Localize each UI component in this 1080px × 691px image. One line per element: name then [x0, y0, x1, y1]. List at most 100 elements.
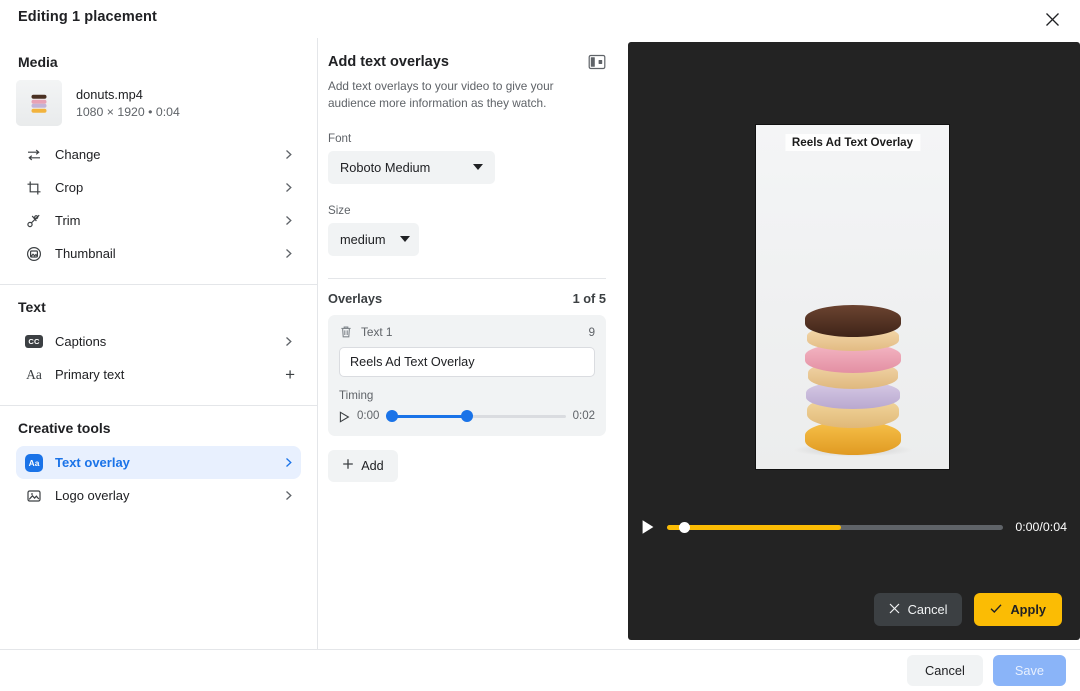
video-preview-panel: Reels Ad Text Overlay 0:00/0:04 Cancel A…: [628, 42, 1080, 640]
check-icon: [990, 602, 1002, 617]
sidebar-item-trim[interactable]: Trim: [16, 204, 301, 237]
size-field: Size medium: [328, 204, 606, 256]
sidebar-item-label: Trim: [55, 213, 81, 228]
close-icon: [889, 602, 900, 617]
media-thumbnail: [16, 80, 62, 126]
sidebar-item-label: Primary text: [55, 367, 125, 382]
media-heading: Media: [18, 54, 58, 70]
sidebar-item-label: Text overlay: [55, 455, 130, 470]
range-fill: [388, 414, 467, 418]
page-title: Editing 1 placement: [18, 9, 157, 25]
swap-icon: [24, 145, 44, 165]
chevron-right-icon: [282, 181, 295, 194]
font-label: Font: [328, 131, 352, 145]
timing-start: 0:00: [357, 409, 380, 422]
scrubber-fill: [667, 525, 841, 530]
add-overlay-button[interactable]: Add: [328, 449, 398, 482]
panel-divider: [328, 277, 606, 279]
chevron-right-icon: [282, 247, 295, 260]
chevron-right-icon: [282, 214, 295, 227]
panel-layout-icon[interactable]: [588, 54, 606, 70]
cancel-overlay-button[interactable]: Cancel: [873, 593, 963, 626]
video-scrubber[interactable]: [667, 522, 1004, 533]
text-heading: Text: [18, 299, 46, 315]
scrubber-handle[interactable]: [679, 522, 690, 533]
plus-icon[interactable]: +: [285, 366, 295, 383]
range-handle-start[interactable]: [386, 409, 399, 422]
play-icon[interactable]: [339, 410, 350, 423]
sidebar-item-change[interactable]: Change: [16, 138, 301, 171]
dialog-footer: Cancel Save: [318, 650, 1080, 691]
overlays-title: Overlays: [328, 290, 383, 306]
font-select-value: Roboto Medium: [340, 159, 431, 175]
preview-actions: Cancel Apply: [873, 593, 1062, 626]
footer-save-button[interactable]: Save: [992, 655, 1066, 686]
overlay-text-input[interactable]: [339, 346, 595, 377]
chevron-right-icon: [282, 456, 295, 469]
panel-title: Add text overlays: [328, 54, 449, 70]
sidebar-item-label: Thumbnail: [55, 246, 116, 261]
sidebar-item-label: Captions: [55, 334, 107, 349]
sidebar: Media donuts.mp4 1080 × 1920 • 0:04 Chan…: [0, 38, 318, 650]
video-frame[interactable]: Reels Ad Text Overlay: [755, 124, 950, 470]
apply-overlay-label: Apply: [1010, 602, 1046, 617]
media-file-name: donuts.mp4: [76, 86, 143, 102]
sidebar-item-logo-overlay[interactable]: Logo overlay: [16, 479, 301, 512]
chevron-right-icon: [282, 489, 295, 502]
overlay-char-count: 9: [588, 324, 595, 339]
plus-icon: [342, 458, 354, 473]
panel-description: Add text overlays to your video to give …: [328, 79, 554, 110]
close-icon[interactable]: [1038, 5, 1066, 33]
sidebar-item-label: Logo overlay: [55, 488, 130, 503]
sidebar-media-section: Media donuts.mp4 1080 × 1920 • 0:04 Chan…: [0, 38, 317, 270]
sidebar-text-section: Text CC Captions Aa Primary text +: [0, 299, 317, 391]
chevron-down-icon: [473, 164, 483, 170]
trash-icon[interactable]: [339, 325, 353, 339]
overlay-item-card: Text 1 9 Timing 0:00 0:02: [328, 314, 606, 436]
timing-row: 0:00 0:02: [339, 409, 595, 423]
donut-stack-image: [792, 305, 913, 459]
chevron-right-icon: [282, 148, 295, 161]
text-overlay-icon: Aa: [24, 453, 44, 473]
aa-icon: Aa: [26, 366, 42, 382]
cancel-overlay-label: Cancel: [907, 602, 948, 617]
creative-tools-heading: Creative tools: [18, 420, 111, 436]
overlay-item-name: Text 1: [361, 324, 393, 339]
preview-overlay-text: Reels Ad Text Overlay: [784, 134, 921, 151]
sidebar-item-crop[interactable]: Crop: [16, 171, 301, 204]
font-select[interactable]: Roboto Medium: [328, 150, 495, 184]
sidebar-item-primary-text[interactable]: Aa Primary text +: [16, 358, 301, 391]
apply-overlay-button[interactable]: Apply: [974, 593, 1062, 626]
sidebar-item-text-overlay[interactable]: Aa Text overlay: [16, 446, 301, 479]
timing-end: 0:02: [572, 409, 595, 422]
thumbnail-icon: [24, 244, 44, 264]
overlays-count: 1 of 5: [572, 290, 606, 306]
cc-icon: CC: [24, 332, 44, 352]
timing-label: Timing: [339, 388, 374, 402]
overlays-header: Overlays 1 of 5: [328, 291, 606, 306]
size-select[interactable]: medium: [328, 222, 419, 256]
video-time-display: 0:00/0:04: [1015, 520, 1067, 534]
scissors-icon: [24, 211, 44, 231]
sidebar-item-label: Crop: [55, 180, 84, 195]
range-handle-end[interactable]: [461, 409, 474, 422]
play-icon[interactable]: [641, 519, 655, 535]
image-icon: [24, 486, 44, 506]
video-controls: 0:00/0:04: [628, 512, 1080, 542]
media-file-row[interactable]: donuts.mp4 1080 × 1920 • 0:04: [16, 80, 301, 126]
text-overlay-panel: Add text overlays Add text overlays to y…: [318, 38, 915, 650]
sidebar-item-captions[interactable]: CC Captions: [16, 325, 301, 358]
sidebar-item-label: Change: [55, 147, 101, 162]
editor-dialog: Editing 1 placement Media donuts.mp4 108…: [0, 0, 1080, 691]
size-select-value: medium: [340, 231, 386, 247]
font-field: Font Roboto Medium: [328, 132, 606, 184]
sidebar-creative-tools-section: Creative tools Aa Text overlay Logo over…: [0, 420, 317, 512]
timing-range-slider[interactable]: [386, 409, 566, 423]
footer-cancel-button[interactable]: Cancel: [906, 655, 983, 686]
media-file-meta: 1080 × 1920 • 0:04: [76, 104, 180, 119]
chevron-down-icon: [400, 236, 410, 242]
sidebar-item-thumbnail[interactable]: Thumbnail: [16, 237, 301, 270]
add-overlay-label: Add: [361, 458, 384, 473]
crop-icon: [24, 178, 44, 198]
size-label: Size: [328, 203, 351, 217]
